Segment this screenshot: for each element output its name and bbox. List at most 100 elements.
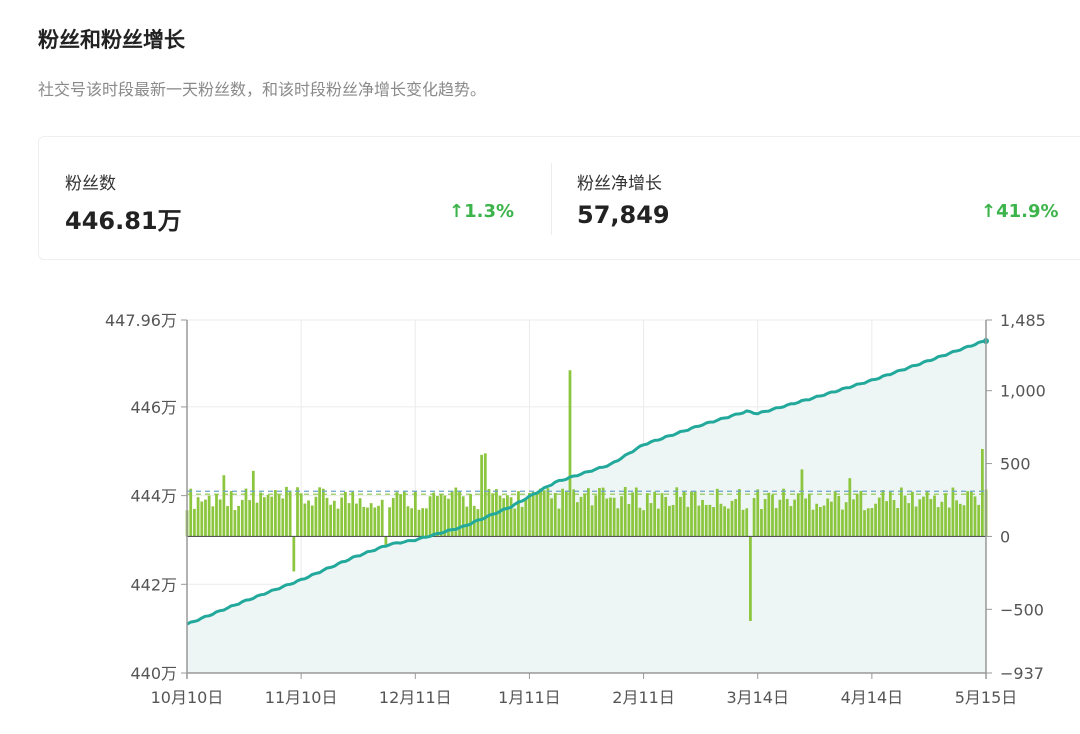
net-growth-bar (483, 453, 487, 537)
net-growth-bar (944, 493, 947, 537)
net-growth-bar (793, 499, 796, 537)
net-growth-bar (730, 500, 734, 537)
net-growth-bar (712, 507, 715, 537)
net-growth-bar (726, 508, 730, 537)
net-growth-bar (807, 494, 811, 537)
stat-followers: 粉丝数 446.81万 ↑1.3% (39, 137, 551, 259)
net-growth-bar (697, 505, 701, 537)
net-growth-bar (550, 498, 553, 537)
x-tick-label: 4月14日 (841, 688, 904, 707)
net-growth-bar (907, 503, 911, 537)
net-growth-bar (259, 492, 263, 537)
net-growth-bar (745, 508, 749, 537)
net-growth-bar (701, 499, 704, 537)
net-growth-bar (535, 492, 539, 537)
net-growth-bar (207, 495, 211, 537)
net-growth-bar (215, 494, 218, 537)
net-growth-bar (818, 506, 822, 537)
net-growth-bar (918, 499, 922, 537)
net-growth-bar (892, 500, 896, 537)
net-growth-bar (218, 499, 222, 537)
net-growth-bar (270, 496, 274, 537)
net-growth-bar (598, 487, 601, 537)
net-growth-bar (196, 497, 200, 537)
net-growth-bar (638, 507, 642, 537)
net-growth-bar (332, 500, 336, 537)
net-growth-bar (513, 508, 517, 537)
x-tick-label: 1月11日 (498, 688, 561, 707)
net-growth-bar (575, 502, 579, 537)
net-growth-bar (211, 506, 215, 537)
net-growth-bar (642, 510, 646, 537)
net-growth-bar (439, 494, 443, 537)
net-growth-bar (229, 491, 233, 537)
net-growth-bar (428, 496, 432, 537)
net-growth-bar (553, 493, 557, 537)
net-growth-bar (568, 370, 572, 537)
net-growth-bar (436, 495, 439, 537)
net-growth-bar (509, 497, 513, 537)
net-growth-bar (752, 498, 756, 537)
net-growth-bar (977, 504, 981, 537)
net-growth-bar (848, 478, 852, 537)
net-growth-bar (980, 448, 984, 537)
net-growth-bar (616, 508, 620, 537)
net-growth-bar (778, 499, 782, 537)
net-growth-bar (465, 506, 469, 537)
net-growth-bar (266, 494, 270, 537)
net-growth-bar (244, 488, 248, 537)
net-growth-bar (377, 505, 380, 537)
net-growth-bar (222, 475, 226, 537)
net-growth-bar (962, 505, 966, 537)
net-growth-bar (888, 491, 892, 537)
net-growth-bar (310, 505, 314, 537)
net-growth-bar (896, 508, 900, 537)
net-growth-bar (424, 508, 428, 537)
net-growth-bar (631, 492, 634, 537)
followers-growth-chart: 447.96万 446万 444万 442万 440万 1,485 1,000 500 0 −50… (105, 311, 1046, 707)
net-growth-bar (874, 503, 877, 537)
net-growth-bar (373, 507, 377, 537)
net-growth-bar (590, 505, 594, 537)
net-growth-bar (690, 491, 693, 537)
net-growth-bar (406, 506, 410, 537)
net-growth-bar (925, 490, 929, 537)
net-growth-bar (498, 495, 502, 537)
net-growth-bar (866, 508, 870, 537)
net-growth-bar (233, 510, 237, 537)
net-growth-bar (204, 499, 207, 537)
net-growth-bar (432, 492, 436, 537)
net-growth-bar (623, 486, 627, 537)
net-growth-bar (366, 507, 369, 537)
stats-card: 粉丝数 446.81万 ↑1.3% 粉丝净增长 57,849 ↑41.9% (38, 136, 1080, 260)
net-growth-bar (546, 488, 550, 537)
net-growth-bar (347, 503, 351, 537)
net-growth-bar (487, 488, 491, 537)
net-growth-bar (321, 488, 325, 537)
net-growth-bar (973, 496, 977, 537)
net-growth-bar (955, 500, 958, 537)
net-growth-bar (579, 496, 583, 537)
net-growth-bar (671, 504, 675, 537)
net-growth-bar (645, 493, 649, 537)
net-growth-bar (358, 498, 362, 537)
net-growth-bar (804, 498, 808, 537)
net-growth-bar (314, 496, 318, 537)
net-growth-bar (594, 495, 598, 537)
net-growth-bar (329, 504, 333, 537)
net-growth-bar (815, 503, 819, 537)
left-tick-label: 440万 (130, 664, 177, 683)
net-growth-bar (299, 493, 303, 537)
net-growth-bar (785, 498, 789, 537)
net-growth-bar (399, 494, 402, 537)
net-growth-bar (966, 491, 970, 537)
net-growth-bar (318, 487, 321, 537)
net-growth-bar (760, 509, 763, 537)
x-tick-label: 5月15日 (955, 688, 1018, 707)
net-growth-bar (649, 503, 653, 537)
net-growth-bar (668, 505, 671, 537)
net-growth-bar (476, 509, 480, 537)
stat-value: 446.81万 (65, 207, 182, 235)
net-growth-bar (605, 498, 609, 537)
stat-change-up: ↑41.9% (981, 201, 1059, 222)
